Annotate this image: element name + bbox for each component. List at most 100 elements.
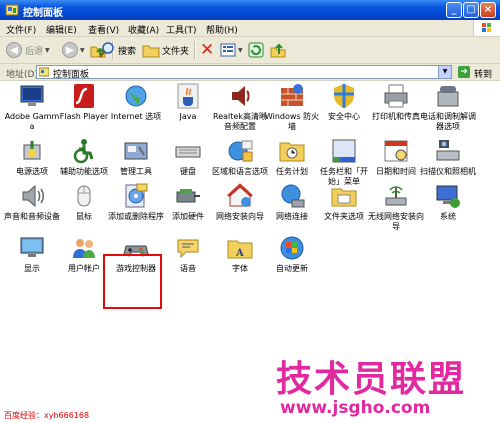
item-label: 日期和时间 xyxy=(376,167,416,176)
control-panel-item[interactable]: 添加硬件 xyxy=(160,182,216,222)
toolbar: ◀ 后退 ▼ ▶ ▼ 搜索 文件夹 ✕ ▼ xyxy=(0,37,500,64)
search-icon xyxy=(99,42,114,58)
keyboard-icon xyxy=(174,137,202,165)
back-label: 后退 xyxy=(25,46,44,57)
network-icon xyxy=(278,182,306,210)
control-panel-item[interactable]: 区域和语言选项 xyxy=(212,137,268,177)
menu-view[interactable]: 查看(V) xyxy=(88,23,119,36)
menu-file[interactable]: 文件(F) xyxy=(6,23,36,36)
menu-favorites[interactable]: 收藏(A) xyxy=(128,23,159,36)
delete-x-icon: ✕ xyxy=(200,40,215,60)
control-panel-item[interactable]: Flash Player xyxy=(56,82,112,122)
search-button[interactable]: 搜索 xyxy=(98,41,136,59)
folders-icon xyxy=(142,45,160,58)
control-panel-item[interactable]: 声音和音频设备 xyxy=(4,182,60,222)
speaker-icon xyxy=(226,82,254,110)
control-panel-item[interactable]: 任务计划 xyxy=(264,137,320,177)
minimize-button[interactable]: _ xyxy=(446,2,462,18)
item-label: 电话和调制解调器选项 xyxy=(420,112,476,131)
item-label: 扫描仪和照相机 xyxy=(420,167,476,176)
menu-tools[interactable]: 工具(T) xyxy=(166,23,197,36)
item-label: 电源选项 xyxy=(16,167,48,176)
item-label: 网络连接 xyxy=(276,212,308,221)
control-panel-icon xyxy=(5,4,19,16)
item-label: 安全中心 xyxy=(328,112,360,121)
tools-icon xyxy=(122,137,150,165)
chevron-down-icon[interactable]: ▼ xyxy=(438,66,451,78)
windows-logo-icon xyxy=(473,20,500,36)
forward-button[interactable]: ▶ ▼ xyxy=(62,41,85,59)
item-label: 任务计划 xyxy=(276,167,308,176)
delete-button[interactable]: ✕ xyxy=(200,40,215,60)
go-arrow-icon[interactable]: ➜ xyxy=(458,66,470,78)
firewall-icon xyxy=(278,82,306,110)
control-panel-item[interactable]: 日期和时间 xyxy=(368,137,424,177)
control-panel-item[interactable]: 辅助功能选项 xyxy=(56,137,112,177)
control-panel-item[interactable]: 无线网络安装向导 xyxy=(368,182,424,232)
power-icon xyxy=(18,137,46,165)
system-icon xyxy=(434,182,462,210)
control-panel-item[interactable]: 任务栏和「开始」菜单 xyxy=(316,137,372,187)
control-panel-item[interactable]: Java xyxy=(160,82,216,122)
control-panel-item[interactable]: 鼠标 xyxy=(56,182,112,222)
region-icon xyxy=(226,137,254,165)
control-panel-item[interactable]: 显示 xyxy=(4,234,60,274)
mouse-icon xyxy=(70,182,98,210)
control-panel-item[interactable]: 自动更新 xyxy=(264,234,320,274)
back-button[interactable]: ◀ 后退 ▼ xyxy=(6,41,50,59)
item-label: Adobe Gamma xyxy=(4,112,60,131)
control-panel-item[interactable]: 语音 xyxy=(160,234,216,274)
control-panel-item[interactable]: 扫描仪和照相机 xyxy=(420,137,476,177)
item-label: 区域和语言选项 xyxy=(212,167,268,176)
address-value: 控制面板 xyxy=(53,70,90,80)
control-panel-item[interactable]: 电源选项 xyxy=(4,137,60,177)
control-panel-item[interactable]: 网络连接 xyxy=(264,182,320,222)
control-panel-item[interactable]: Realtek高清晰音频配置 xyxy=(212,82,268,132)
control-panel-item[interactable]: 系统 xyxy=(420,182,476,222)
item-label: 辅助功能选项 xyxy=(60,167,108,176)
control-panel-item[interactable]: 打印机和传真 xyxy=(368,82,424,122)
scheduled-tasks-icon xyxy=(278,137,306,165)
hardware-icon xyxy=(174,182,202,210)
close-button[interactable]: × xyxy=(480,2,496,18)
forward-arrow-icon: ▶ xyxy=(62,42,78,58)
control-panel-item[interactable]: 添加或删除程序 xyxy=(108,182,164,222)
folder-icon xyxy=(330,182,358,210)
item-label: Flash Player xyxy=(59,112,109,121)
control-panel-item[interactable]: Adobe Gamma xyxy=(4,82,60,132)
go-button[interactable]: 转到 xyxy=(474,67,492,80)
highlight-box xyxy=(103,254,162,309)
control-panel-item[interactable]: 键盘 xyxy=(160,137,216,177)
control-panel-item[interactable]: Windows 防火墙 xyxy=(264,82,320,132)
maximize-button[interactable]: □ xyxy=(463,2,479,18)
control-panel-item[interactable]: 管理工具 xyxy=(108,137,164,177)
refresh-button[interactable] xyxy=(248,41,264,59)
taskbar-icon xyxy=(330,137,358,165)
control-panel-item[interactable]: Internet 选项 xyxy=(108,82,164,122)
folders-button[interactable]: 文件夹 xyxy=(142,41,189,59)
wireless-icon xyxy=(382,182,410,210)
views-button[interactable]: ▼ xyxy=(220,41,243,59)
item-label: 自动更新 xyxy=(276,264,308,273)
menu-help[interactable]: 帮助(H) xyxy=(206,23,238,36)
chevron-down-icon: ▼ xyxy=(80,46,85,54)
control-panel-item[interactable]: 电话和调制解调器选项 xyxy=(420,82,476,132)
control-panel-item[interactable]: 安全中心 xyxy=(316,82,372,122)
back-arrow-icon: ◀ xyxy=(6,42,22,58)
item-label: 文件夹选项 xyxy=(324,212,364,221)
control-panel-item[interactable]: A 字体 xyxy=(212,234,268,274)
update-icon xyxy=(278,234,306,262)
menu-edit[interactable]: 编辑(E) xyxy=(46,23,77,36)
sync-button[interactable] xyxy=(270,41,286,59)
item-label: Java xyxy=(179,112,197,121)
item-label: Realtek高清晰音频配置 xyxy=(213,112,267,131)
control-panel-item[interactable]: 文件夹选项 xyxy=(316,182,372,222)
item-label: 系统 xyxy=(440,212,456,221)
address-input[interactable]: 控制面板 ▼ xyxy=(36,65,452,80)
control-panel-item[interactable]: 网络安装向导 xyxy=(212,182,268,222)
item-label: 声音和音频设备 xyxy=(4,212,60,221)
chevron-down-icon: ▼ xyxy=(45,46,50,54)
address-label: 地址(D) xyxy=(6,70,38,80)
item-label: 管理工具 xyxy=(120,167,152,176)
footer-credit: 百度经验：xyh666168 xyxy=(4,411,90,420)
